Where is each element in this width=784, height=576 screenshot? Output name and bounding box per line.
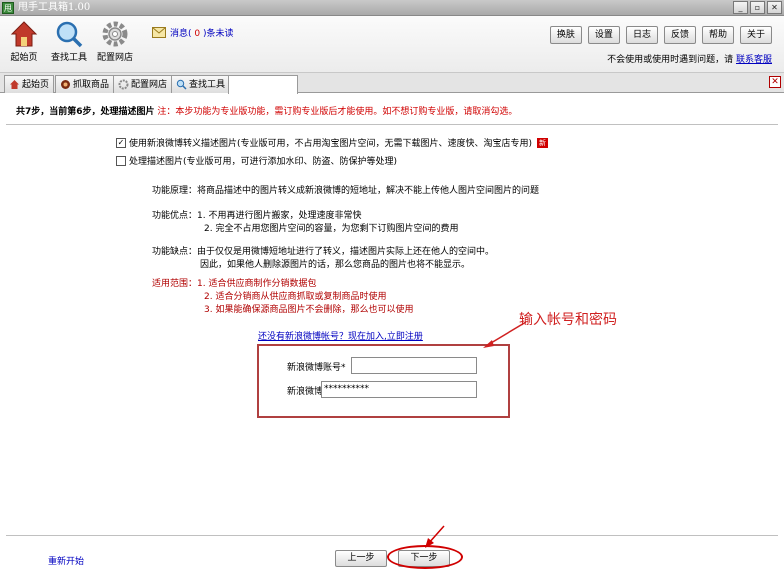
option-process-images[interactable]: 处理描述图片(专业版可用，可进行添加水印、防盗、防保护等处理): [116, 154, 397, 167]
magnifier-icon: [56, 21, 83, 48]
tab-fetch-products[interactable]: 抓取商品: [55, 75, 115, 93]
main-content: 共7步，当前第6步，处理描述图片 注：本步功能为专业版功能，需订购专业版后才能使…: [0, 94, 784, 576]
toolbar: 起始页 查找工具 配置网店 消息( 0 )条未读 换肤 设置 日志 反馈 帮助 …: [0, 16, 784, 73]
feature-principle: 功能原理：将商品描述中的图片转义成新浪微博的短地址，解决不能上传他人图片空间图片…: [152, 185, 539, 198]
pros-line-1: 功能优点：1. 不用再进行图片搬家，处理速度非常快: [152, 211, 362, 221]
magnifier-icon: [176, 79, 187, 90]
divider: [6, 124, 778, 125]
process-images-label: 处理描述图片(专业版可用，可进行添加水印、防盗、防保护等处理): [129, 157, 398, 167]
close-button[interactable]: ✕: [767, 1, 782, 14]
find-tool-button[interactable]: 查找工具: [47, 20, 91, 63]
password-input[interactable]: **********: [321, 381, 477, 398]
tab-config-label: 配置网店: [131, 79, 168, 90]
tab-home[interactable]: 起始页: [4, 75, 55, 93]
account-label: 新浪微博账号*: [287, 363, 346, 373]
message-icon: [152, 27, 166, 38]
option-weibo-escape[interactable]: ✓ 使用新浪微博转义描述图片(专业版可用，不占用淘宝图片空间，无需下载图片、速度…: [116, 136, 549, 149]
step-header: 共7步，当前第6步，处理描述图片 注：本步功能为专业版功能，需订购专业版后才能使…: [16, 104, 517, 117]
pros-line-2: 2. 完全不占用您图片空间的容量，为您剩下订购图片空间的费用: [204, 224, 459, 234]
feedback-button[interactable]: 反馈: [663, 26, 696, 44]
step-title: 共7步，当前第6步，处理描述图片: [16, 107, 155, 117]
new-badge: 新: [537, 137, 549, 148]
window-title: 甩手工具箱1.00: [18, 2, 91, 13]
tab-fetch-label: 抓取商品: [73, 79, 110, 90]
account-input[interactable]: [351, 357, 477, 374]
app-icon: 甩: [2, 2, 14, 14]
home-icon: [10, 21, 38, 47]
cons-line-2: 因此，如果他人删除源图片的话，那么您商品的图片也将不能显示。: [200, 260, 471, 270]
tab-strip: 起始页 抓取商品 配置网店 查找工具 ✕: [0, 73, 784, 94]
message-suffix: )条未读: [203, 29, 234, 39]
help-text: 不会使用或使用时遇到问题，请: [607, 55, 734, 65]
config-tool-button[interactable]: 配置网店: [93, 20, 137, 63]
login-box: 新浪微博账号* 新浪微博密码* **********: [257, 344, 510, 418]
bottom-nav: 重新开始 上一步 下一步: [0, 525, 784, 576]
restart-link[interactable]: 重新开始: [48, 554, 84, 567]
tab-find-label: 查找工具: [189, 79, 226, 90]
contact-support-link[interactable]: 联系客服: [736, 55, 772, 65]
home-tool-button[interactable]: 起始页: [2, 20, 46, 63]
config-tool-label: 配置网店: [96, 53, 133, 63]
restore-button[interactable]: ▫: [750, 1, 765, 14]
help-line: 不会使用或使用时遇到问题，请 联系客服: [607, 52, 772, 65]
feature-pros: 功能优点：1. 不用再进行图片搬家，处理速度非常快 2. 完全不占用您图片空间的…: [152, 210, 458, 236]
home-icon: [10, 80, 19, 89]
pointer-arrow-icon: [425, 525, 445, 548]
scope-line-1: 适用范围：1. 适合供应商制作分销数据包: [152, 279, 317, 289]
unread-messages[interactable]: 消息( 0 )条未读: [152, 26, 234, 39]
weibo-escape-label: 使用新浪微博转义描述图片(专业版可用，不占用淘宝图片空间，无需下载图片、速度快、…: [129, 139, 533, 149]
settings-button[interactable]: 设置: [587, 26, 620, 44]
annotation-text: 输入帐号和密码: [519, 312, 617, 328]
divider: [6, 535, 778, 536]
feature-cons: 功能缺点：由于仅仅是用微博短地址进行了转义，描述图片实际上还在他人的空间中。 因…: [152, 246, 494, 272]
gear-icon: [102, 21, 128, 47]
close-tab-icon[interactable]: ✕: [769, 76, 781, 88]
tab-find-tools[interactable]: 查找工具: [171, 75, 231, 93]
scope-line-2: 2. 适合分销商从供应商抓取或复制商品时使用: [204, 292, 387, 302]
step-note: 注：本步功能为专业版功能，需订购专业版后才能使用。如不想订购专业版，请取消勾选。: [157, 107, 518, 117]
cons-line-1: 功能缺点：由于仅仅是用微博短地址进行了转义，描述图片实际上还在他人的空间中。: [152, 247, 495, 257]
register-weibo-link[interactable]: 还没有新浪微博帐号？现在加入,立即注册: [258, 329, 423, 342]
help-button[interactable]: 帮助: [701, 26, 734, 44]
message-count: 0: [194, 29, 201, 39]
about-button[interactable]: 关于: [739, 26, 772, 44]
minimize-button[interactable]: _: [733, 1, 748, 14]
log-button[interactable]: 日志: [625, 26, 658, 44]
gear-icon: [118, 79, 129, 90]
tab-home-label: 起始页: [22, 79, 50, 90]
tab-current[interactable]: [228, 75, 298, 94]
title-bar: 甩 甩手工具箱1.00 _ ▫ ✕: [0, 0, 784, 16]
skin-button[interactable]: 换肤: [549, 26, 582, 44]
process-images-checkbox[interactable]: [116, 155, 126, 166]
home-tool-label: 起始页: [10, 53, 38, 63]
weibo-escape-checkbox[interactable]: ✓: [116, 137, 126, 148]
feature-scope: 适用范围：1. 适合供应商制作分销数据包 2. 适合分销商从供应商抓取或复制商品…: [152, 278, 413, 317]
tab-config-store[interactable]: 配置网店: [113, 75, 173, 93]
scope-line-3: 3. 如果能确保源商品图片不会删除，那么也可以使用: [204, 305, 414, 315]
fetch-icon: [61, 80, 70, 89]
message-prefix: 消息(: [170, 29, 192, 39]
annotation-arrow-icon: [483, 321, 527, 348]
principle-text: 功能原理：将商品描述中的图片转义成新浪微博的短地址，解决不能上传他人图片空间图片…: [152, 186, 540, 196]
prev-step-button[interactable]: 上一步: [335, 550, 387, 567]
find-tool-label: 查找工具: [50, 53, 87, 63]
